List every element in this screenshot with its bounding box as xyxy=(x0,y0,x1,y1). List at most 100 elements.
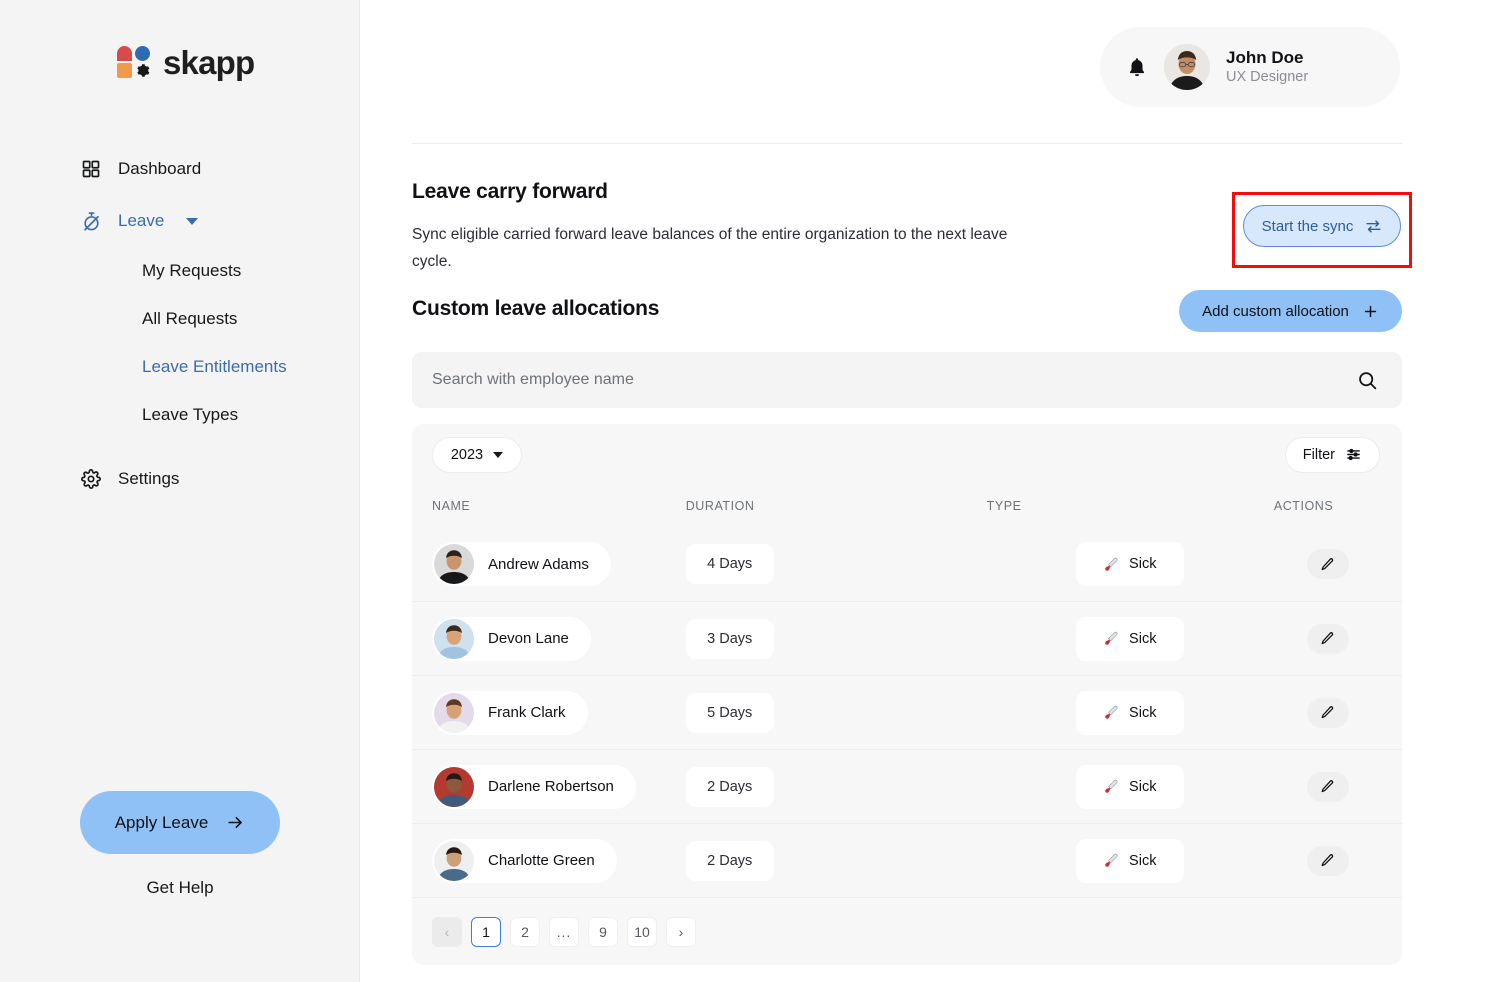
cell-actions xyxy=(1274,697,1382,728)
edit-row-button[interactable] xyxy=(1306,845,1349,876)
leave-type-badge: Sick xyxy=(1076,690,1185,735)
pencil-icon xyxy=(1321,854,1334,867)
plus-icon xyxy=(1364,305,1377,317)
cell-duration: 5 Days xyxy=(685,692,987,733)
start-sync-label: Start the sync xyxy=(1261,217,1354,235)
employee-name: Devon Lane xyxy=(488,630,569,647)
cell-type: Sick xyxy=(987,764,1274,809)
column-header-type: TYPE xyxy=(986,499,1022,513)
table-row[interactable]: Frank Clark 5 Days Sick xyxy=(412,675,1402,749)
table-header-row: NAME DURATION TYPE ACTIONS xyxy=(412,485,1402,527)
table-row[interactable]: Andrew Adams 4 Days Sick xyxy=(412,527,1402,601)
employee-name: Charlotte Green xyxy=(488,852,595,869)
allocations-table-card: 2023 Filter NAME DURATION TYPE ACTIONS A… xyxy=(412,424,1402,965)
sidebar-item-label: Dashboard xyxy=(118,159,202,178)
avatar xyxy=(434,692,474,733)
table-row[interactable]: Charlotte Green 2 Days Sick xyxy=(412,823,1402,897)
skapp-logo-icon xyxy=(116,44,154,82)
table-row[interactable]: Devon Lane 3 Days Sick xyxy=(412,601,1402,675)
search-bar[interactable] xyxy=(412,352,1402,408)
pencil-icon xyxy=(1321,706,1334,719)
user-profile-bar[interactable]: John Doe UX Designer xyxy=(1100,27,1400,107)
employee-pill: Darlene Robertson xyxy=(432,764,636,809)
add-custom-allocation-button[interactable]: Add custom allocation xyxy=(1179,290,1402,332)
pagination-page-9[interactable]: 9 xyxy=(588,916,618,947)
leave-type-label: Sick xyxy=(1129,704,1157,721)
sync-arrows-icon xyxy=(1366,219,1381,233)
edit-row-button[interactable] xyxy=(1306,549,1349,579)
main-content: John Doe UX Designer Leave carry forward… xyxy=(360,0,1512,982)
table-body: Andrew Adams 4 Days Sick Devon Lane 3 Da… xyxy=(412,527,1402,897)
cell-actions xyxy=(1274,549,1382,579)
chevron-down-icon[interactable] xyxy=(186,217,199,225)
edit-row-button[interactable] xyxy=(1306,771,1349,802)
leave-type-label: Sick xyxy=(1129,778,1157,795)
sidebar-item-label: Leave xyxy=(118,211,165,230)
pagination-next-button[interactable]: › xyxy=(666,916,696,947)
app-root: skapp Dashboard Leave My Requests All Re… xyxy=(0,0,1512,982)
year-filter-value: 2023 xyxy=(450,446,484,463)
pagination-page-1[interactable]: 1 xyxy=(471,916,501,947)
grid-dashboard-icon xyxy=(80,158,102,180)
filter-button[interactable]: Filter xyxy=(1284,436,1380,473)
employee-name: Frank Clark xyxy=(488,704,566,721)
sidebar-item-all-requests[interactable]: All Requests xyxy=(0,304,359,334)
add-allocation-label: Add custom allocation xyxy=(1202,302,1349,320)
sidebar-item-settings[interactable]: Settings xyxy=(0,462,359,496)
duration-value: 5 Days xyxy=(685,692,774,733)
sidebar-item-my-requests[interactable]: My Requests xyxy=(0,256,359,286)
column-header-name: NAME xyxy=(432,499,471,513)
apply-leave-label: Apply Leave xyxy=(114,812,209,832)
pencil-icon xyxy=(1321,780,1334,793)
pagination: ‹ 1 2... 9 10 › xyxy=(412,897,1402,965)
cell-name: Devon Lane xyxy=(432,616,686,661)
get-help-link[interactable]: Get Help xyxy=(0,878,360,898)
avatar xyxy=(434,766,474,807)
thermometer-icon xyxy=(1105,853,1118,867)
employee-name: Andrew Adams xyxy=(488,555,589,573)
carry-forward-title: Leave carry forward xyxy=(412,180,608,203)
cell-name: Andrew Adams xyxy=(432,542,686,586)
brand-logo[interactable]: skapp xyxy=(0,0,359,82)
year-filter-dropdown[interactable]: 2023 xyxy=(432,436,522,473)
header-divider xyxy=(412,143,1402,144)
cell-actions xyxy=(1274,623,1382,654)
pagination-page-2[interactable]: 2 xyxy=(510,916,540,947)
search-input[interactable] xyxy=(432,371,1357,389)
chevron-down-icon xyxy=(493,451,504,458)
table-row[interactable]: Darlene Robertson 2 Days Sick xyxy=(412,749,1402,823)
cell-type: Sick xyxy=(987,616,1274,661)
avatar xyxy=(434,618,474,659)
cell-duration: 3 Days xyxy=(685,618,987,659)
pagination-page-10[interactable]: 10 xyxy=(627,916,657,947)
thermometer-icon xyxy=(1105,631,1118,645)
sidebar-subitem-label: All Requests xyxy=(142,309,238,328)
edit-row-button[interactable] xyxy=(1306,623,1349,654)
leave-type-label: Sick xyxy=(1129,852,1157,869)
search-icon[interactable] xyxy=(1357,370,1378,391)
employee-pill: Andrew Adams xyxy=(432,542,611,586)
sidebar-item-leave-types[interactable]: Leave Types xyxy=(0,400,359,430)
apply-leave-button[interactable]: Apply Leave xyxy=(80,791,280,854)
bell-icon[interactable] xyxy=(1126,55,1148,79)
cell-name: Charlotte Green xyxy=(432,838,686,883)
pencil-icon xyxy=(1321,557,1334,570)
pagination-ellipsis: ... xyxy=(549,916,579,947)
pencil-icon xyxy=(1321,632,1334,645)
cell-duration: 2 Days xyxy=(685,840,987,881)
duration-value: 2 Days xyxy=(685,766,774,807)
thermometer-icon xyxy=(1105,557,1118,571)
leave-type-badge: Sick xyxy=(1076,764,1185,809)
cell-actions xyxy=(1274,771,1382,802)
start-sync-button[interactable]: Start the sync xyxy=(1243,205,1401,247)
cell-duration: 2 Days xyxy=(685,766,987,807)
cell-type: Sick xyxy=(987,838,1274,883)
user-text-block: John Doe UX Designer xyxy=(1226,47,1308,88)
edit-row-button[interactable] xyxy=(1306,697,1349,728)
sidebar: skapp Dashboard Leave My Requests All Re… xyxy=(0,0,360,982)
cell-name: Frank Clark xyxy=(432,690,686,735)
sidebar-item-leave[interactable]: Leave xyxy=(0,204,359,238)
gear-icon xyxy=(80,468,102,490)
sidebar-item-dashboard[interactable]: Dashboard xyxy=(0,152,359,186)
sidebar-item-leave-entitlements[interactable]: Leave Entitlements xyxy=(0,352,359,382)
